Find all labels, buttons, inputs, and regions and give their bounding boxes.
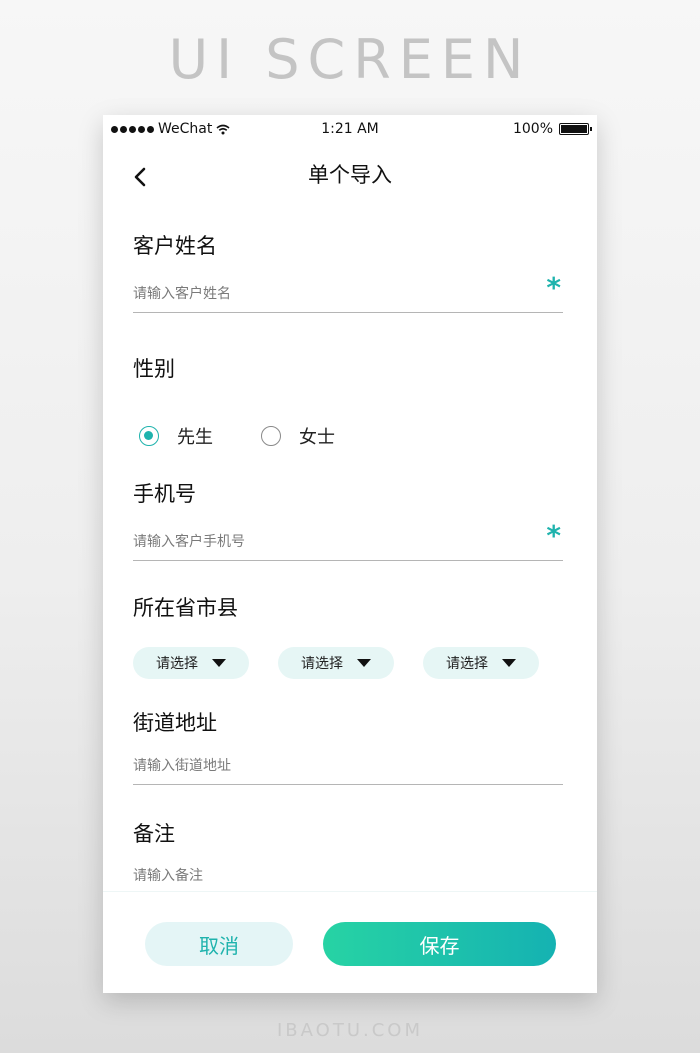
battery-fill — [561, 125, 587, 133]
select-value: 请选择 — [156, 656, 198, 672]
select-value: 请选择 — [446, 656, 488, 672]
street-input[interactable] — [133, 749, 513, 783]
battery-percent: 100% — [512, 121, 553, 137]
caret-down-icon — [502, 659, 516, 667]
gender-option-label: 先生 — [177, 427, 213, 448]
page-title: 单个导入 — [308, 163, 392, 187]
phone-screen: WeChat 1:21 AM 100% 单个导入 客户姓名 * 性别 — [103, 115, 597, 993]
gender-option-label: 女士 — [299, 427, 335, 448]
phone-label: 手机号 — [133, 482, 196, 506]
county-select[interactable]: 请选择 — [423, 647, 539, 679]
gender-option-female[interactable]: 女士 — [261, 423, 335, 449]
street-label: 街道地址 — [133, 711, 217, 735]
radio-checked-icon — [139, 426, 159, 446]
city-select[interactable]: 请选择 — [278, 647, 394, 679]
required-mark: * — [546, 271, 561, 304]
province-select[interactable]: 请选择 — [133, 647, 249, 679]
remark-input[interactable] — [133, 859, 513, 893]
street-field-row — [133, 749, 563, 785]
save-button[interactable]: 保存 — [323, 922, 556, 966]
radio-unchecked-icon — [261, 426, 281, 446]
gender-radio-group: 先生 女士 — [139, 423, 383, 449]
status-bar: WeChat 1:21 AM 100% — [103, 115, 597, 143]
name-label: 客户姓名 — [133, 234, 217, 258]
remark-field-row — [133, 859, 563, 895]
banner-title: UI SCREEN — [168, 28, 532, 91]
name-input[interactable] — [133, 277, 513, 311]
nav-bar: 单个导入 — [103, 155, 597, 195]
gender-label: 性别 — [133, 357, 175, 381]
name-field-row: * — [133, 271, 563, 313]
action-bar: 取消 保存 — [103, 891, 597, 993]
cancel-button[interactable]: 取消 — [145, 922, 293, 966]
select-value: 请选择 — [301, 656, 343, 672]
caret-down-icon — [212, 659, 226, 667]
footer-brand: IBAOTU.COM — [277, 1020, 423, 1041]
phone-field-row: * — [133, 519, 563, 561]
remark-label: 备注 — [133, 822, 175, 846]
status-right: 100% — [512, 121, 592, 137]
gender-option-male[interactable]: 先生 — [139, 423, 213, 449]
required-mark: * — [546, 519, 561, 552]
battery-icon — [559, 123, 592, 135]
caret-down-icon — [357, 659, 371, 667]
region-selects: 请选择 请选择 请选择 — [133, 647, 543, 679]
phone-input[interactable] — [133, 525, 513, 559]
region-label: 所在省市县 — [133, 596, 238, 620]
